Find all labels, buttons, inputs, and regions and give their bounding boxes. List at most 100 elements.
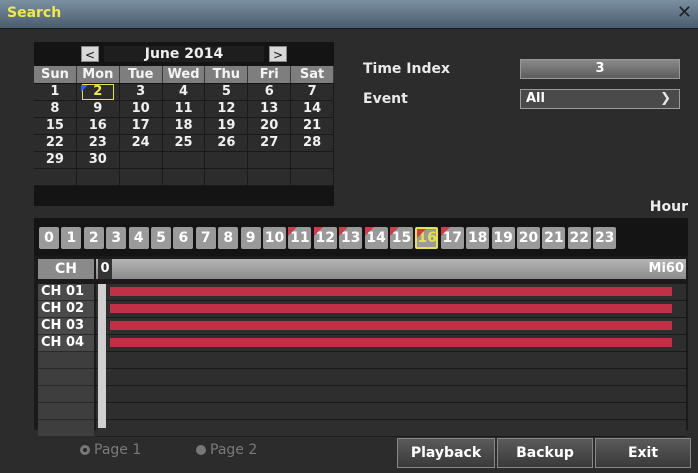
hour-button[interactable]: 15 [390,227,413,249]
hour-button[interactable]: 10 [263,227,286,249]
calendar-day[interactable]: 9 [76,101,120,118]
calendar-day[interactable]: 10 [119,101,163,118]
hour-button[interactable]: 3 [106,227,127,249]
hour-button[interactable]: 0 [39,227,59,249]
channel-timeline-row[interactable] [96,284,686,301]
hour-button[interactable]: 4 [128,227,149,249]
channel-empty-row[interactable] [38,403,94,420]
calendar-day[interactable]: 12 [205,101,249,118]
hour-button[interactable]: 11 [288,227,312,249]
scale-start[interactable]: 0 [98,259,112,279]
calendar-day[interactable]: 28 [291,135,335,152]
calendar-day[interactable]: 2 [76,84,120,101]
calendar-day[interactable]: 29 [34,152,77,169]
backup-button[interactable]: Backup [497,438,593,468]
calendar-day[interactable]: 25 [162,135,206,152]
calendar-empty-cell [34,169,77,186]
hour-button[interactable]: 19 [491,227,515,249]
calendar-day[interactable]: 5 [205,84,249,101]
hour-button[interactable]: 6 [173,227,194,249]
timeline-empty-row[interactable] [96,386,686,403]
channel-timeline-row[interactable] [96,335,686,352]
calendar-day[interactable]: 3 [119,84,163,101]
calendar-day[interactable]: 22 [34,135,77,152]
hour-button[interactable]: 12 [313,227,337,249]
hour-button[interactable]: 17 [440,227,464,249]
weekday-header: Sun Mon Tue Wed Thu Fri Sat [34,66,335,83]
prev-month-button[interactable]: < [81,46,99,62]
hour-button[interactable]: 14 [364,227,388,249]
hour-button[interactable]: 20 [517,227,540,249]
channel-label[interactable]: CH 01 [38,284,94,301]
hour-button[interactable]: 18 [466,227,490,249]
hour-button[interactable]: 1 [61,227,82,249]
channel-timeline: CH 0 Mi60 CH 01 CH 02 CH 03 CH 04 [34,256,688,437]
calendar-day[interactable]: 4 [162,84,206,101]
weekday-label: Thu [205,66,249,83]
calendar-day[interactable]: 16 [76,118,120,135]
calendar-day[interactable]: 13 [248,101,292,118]
hour-button[interactable]: 8 [218,227,239,249]
hour-button[interactable]: 23 [593,227,617,249]
channel-timeline-row[interactable] [96,318,686,335]
close-icon[interactable]: ✕ [677,4,692,22]
calendar-day[interactable]: 20 [248,118,292,135]
calendar-day[interactable]: 1 [34,84,77,101]
calendar-day[interactable]: 8 [34,101,77,118]
calendar-day[interactable]: 17 [119,118,163,135]
playback-button[interactable]: Playback [397,438,495,468]
calendar-day[interactable]: 24 [119,135,163,152]
calendar-day[interactable]: 14 [291,101,335,118]
calendar-day[interactable]: 27 [248,135,292,152]
hour-button[interactable]: 22 [567,227,591,249]
page-1-radio[interactable]: Page 1 [80,442,141,458]
selected-day-label: 2 [81,84,114,100]
calendar-empty-cell [205,152,249,169]
weekday-label: Sun [34,66,77,83]
hour-button[interactable]: 13 [339,227,363,249]
timeline-empty-row[interactable] [96,369,686,386]
channel-list: CH 01 CH 02 CH 03 CH 04 [38,284,94,437]
channel-empty-row[interactable] [38,386,94,403]
recording-bar [110,338,672,347]
calendar-day[interactable]: 18 [162,118,206,135]
calendar-day[interactable]: 30 [76,152,120,169]
timeline-empty-row[interactable] [96,420,686,437]
calendar-empty-cell [162,169,206,186]
hour-label: Hour [649,199,688,215]
time-cursor[interactable] [98,284,106,428]
timeline-empty-row[interactable] [96,352,686,369]
calendar-day[interactable]: 15 [34,118,77,135]
hour-button[interactable]: 9 [240,227,261,249]
hour-button[interactable]: 2 [83,227,104,249]
channel-label[interactable]: CH 04 [38,335,94,352]
event-select[interactable]: All ❯ [520,89,680,109]
channel-empty-row[interactable] [38,352,94,369]
hour-button[interactable]: 16 [415,227,439,249]
hour-button[interactable]: 5 [151,227,171,249]
calendar-day[interactable]: 6 [248,84,292,101]
calendar-day[interactable]: 19 [205,118,249,135]
page-2-radio[interactable]: Page 2 [196,442,257,458]
channel-label[interactable]: CH 02 [38,301,94,318]
channel-empty-row[interactable] [38,369,94,386]
calendar-day[interactable]: 7 [291,84,335,101]
calendar-day[interactable]: 11 [162,101,206,118]
timeline-empty-row[interactable] [96,403,686,420]
weekday-label: Sat [291,66,335,83]
channel-empty-row[interactable] [38,420,94,437]
channel-timeline-row[interactable] [96,301,686,318]
time-index-field[interactable]: 3 [520,59,680,79]
channel-label[interactable]: CH 03 [38,318,94,335]
recording-bar [110,287,672,296]
calendar-day[interactable]: 21 [291,118,335,135]
next-month-button[interactable]: > [269,46,287,62]
hour-button[interactable]: 7 [195,227,216,249]
calendar-day[interactable]: 26 [205,135,249,152]
event-label: Event [363,91,408,107]
weekday-label: Fri [248,66,292,83]
exit-button[interactable]: Exit [595,438,691,468]
hour-button[interactable]: 21 [542,227,566,249]
calendar-day[interactable]: 23 [76,135,120,152]
search-window: Search ✕ < June 2014 > Sun Mon Tue Wed Thu Fr… [0,0,698,473]
